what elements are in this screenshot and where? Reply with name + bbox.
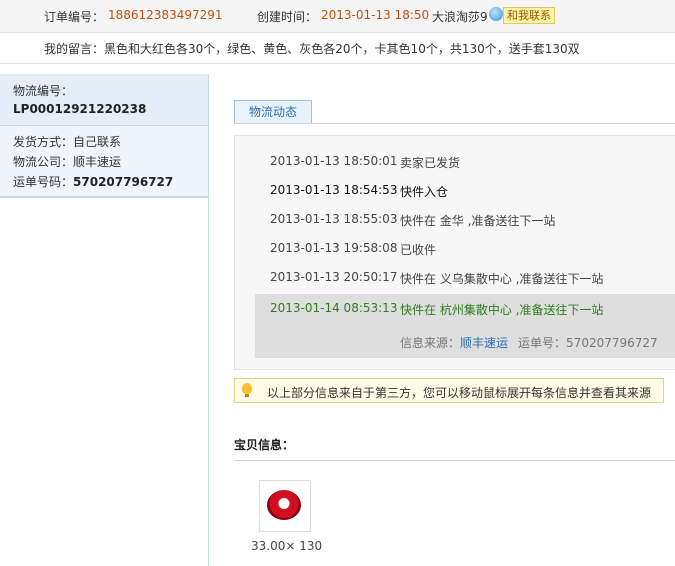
lightbulb-icon: [242, 383, 252, 397]
buyer-message-text: 黑色和大红色各30个，绿色、黄色、灰色各20个，卡其色10个，共130个，送手套…: [104, 42, 580, 56]
waybill-number: 570207796727: [73, 175, 174, 189]
event-time: 2013-01-13 20:50:17: [270, 270, 398, 284]
order-number-label: 订单编号：: [44, 10, 105, 24]
goods-divider: [234, 460, 675, 461]
tab-logistics-updates[interactable]: 物流动态: [234, 100, 312, 123]
event-desc: 已收件: [400, 243, 437, 257]
third-party-notice: 以上部分信息来自于第三方，您可以移动鼠标展开每条信息并查看其来源: [234, 378, 664, 403]
tracking-number: LP00012921220238: [13, 102, 147, 116]
created-time-label: 创建时间：: [257, 10, 318, 24]
buyer-message-row: 我的留言：黑色和大红色各30个，绿色、黄色、灰色各20个，卡其色10个，共130…: [0, 33, 675, 64]
event-time: 2013-01-14 08:53:13: [270, 301, 398, 315]
event-time: 2013-01-13 19:58:08: [270, 241, 398, 255]
tracking-number-label: 物流编号：: [13, 84, 74, 98]
buyer-message-label: 我的留言：: [44, 42, 105, 56]
tab-divider: [234, 123, 675, 124]
order-header-row: 订单编号： 188612383497291 创建时间： 2013-01-13 1…: [0, 0, 675, 33]
source-waybill-label: 运单号：: [518, 336, 567, 350]
goods-title: 宝贝信息：: [234, 438, 295, 452]
product-price-quantity: 33.00× 130: [251, 539, 323, 553]
tracking-event: 2013-01-13 18:50:01 卖家已发货: [235, 147, 675, 176]
logistics-sidebar: 物流编号： LP00012921220238 发货方式：自己联系 物流公司：顺丰…: [0, 74, 209, 566]
tracking-event-current[interactable]: 2013-01-14 08:53:13 快件在 杭州集散中心 ,准备送往下一站 …: [255, 294, 675, 358]
event-desc: 快件在 金华 ,准备送往下一站: [400, 214, 556, 228]
tracking-number-panel: 物流编号： LP00012921220238: [0, 74, 208, 126]
tracking-timeline: 2013-01-13 18:50:01 卖家已发货 2013-01-13 18:…: [234, 135, 675, 370]
tracking-event: 2013-01-13 20:50:17 快件在 义乌集散中心 ,准备送往下一站: [235, 263, 675, 292]
waybill-label: 运单号码：: [13, 175, 74, 189]
contact-seller-button[interactable]: 和我联系: [503, 7, 555, 24]
product-thumbnail[interactable]: [259, 480, 311, 532]
event-time: 2013-01-13 18:50:01: [270, 154, 398, 168]
event-desc: 卖家已发货: [400, 156, 461, 170]
tracking-event: 2013-01-13 18:55:03 快件在 金华 ,准备送往下一站: [235, 205, 675, 234]
event-desc: 快件在 义乌集散中心 ,准备送往下一站: [400, 272, 604, 286]
source-waybill: 570207796727: [566, 336, 658, 350]
logistics-company: 物流公司：顺丰速运: [13, 155, 122, 169]
created-time: 2013-01-13 18:50: [321, 8, 430, 22]
event-desc: 快件入仓: [400, 185, 449, 199]
order-number: 188612383497291: [108, 8, 223, 22]
shipping-info-panel: 发货方式：自己联系 物流公司：顺丰速运 运单号码：570207796727: [0, 126, 208, 198]
source-label: 信息来源：: [400, 336, 461, 350]
event-source: 信息来源：顺丰速运 运单号：570207796727: [400, 334, 658, 351]
event-desc: 快件在 杭州集散中心 ,准备送往下一站: [400, 303, 604, 317]
source-company-link[interactable]: 顺丰速运: [460, 336, 508, 350]
event-time: 2013-01-13 18:54:53: [270, 183, 398, 197]
chat-icon[interactable]: [489, 7, 503, 21]
seller-name[interactable]: 大浪淘莎9: [432, 8, 488, 25]
ship-method: 发货方式：自己联系: [13, 135, 122, 149]
waybill-row: 运单号码：570207796727: [13, 173, 173, 190]
tracking-event: 2013-01-13 18:54:53 快件入仓: [235, 176, 675, 205]
product-image: [267, 490, 301, 520]
event-time: 2013-01-13 18:55:03: [270, 212, 398, 226]
buyer-message: 我的留言：黑色和大红色各30个，绿色、黄色、灰色各20个，卡其色10个，共130…: [44, 40, 580, 57]
tracking-event: 2013-01-13 19:58:08 已收件: [235, 234, 675, 263]
notice-text: 以上部分信息来自于第三方，您可以移动鼠标展开每条信息并查看其来源: [267, 386, 652, 400]
